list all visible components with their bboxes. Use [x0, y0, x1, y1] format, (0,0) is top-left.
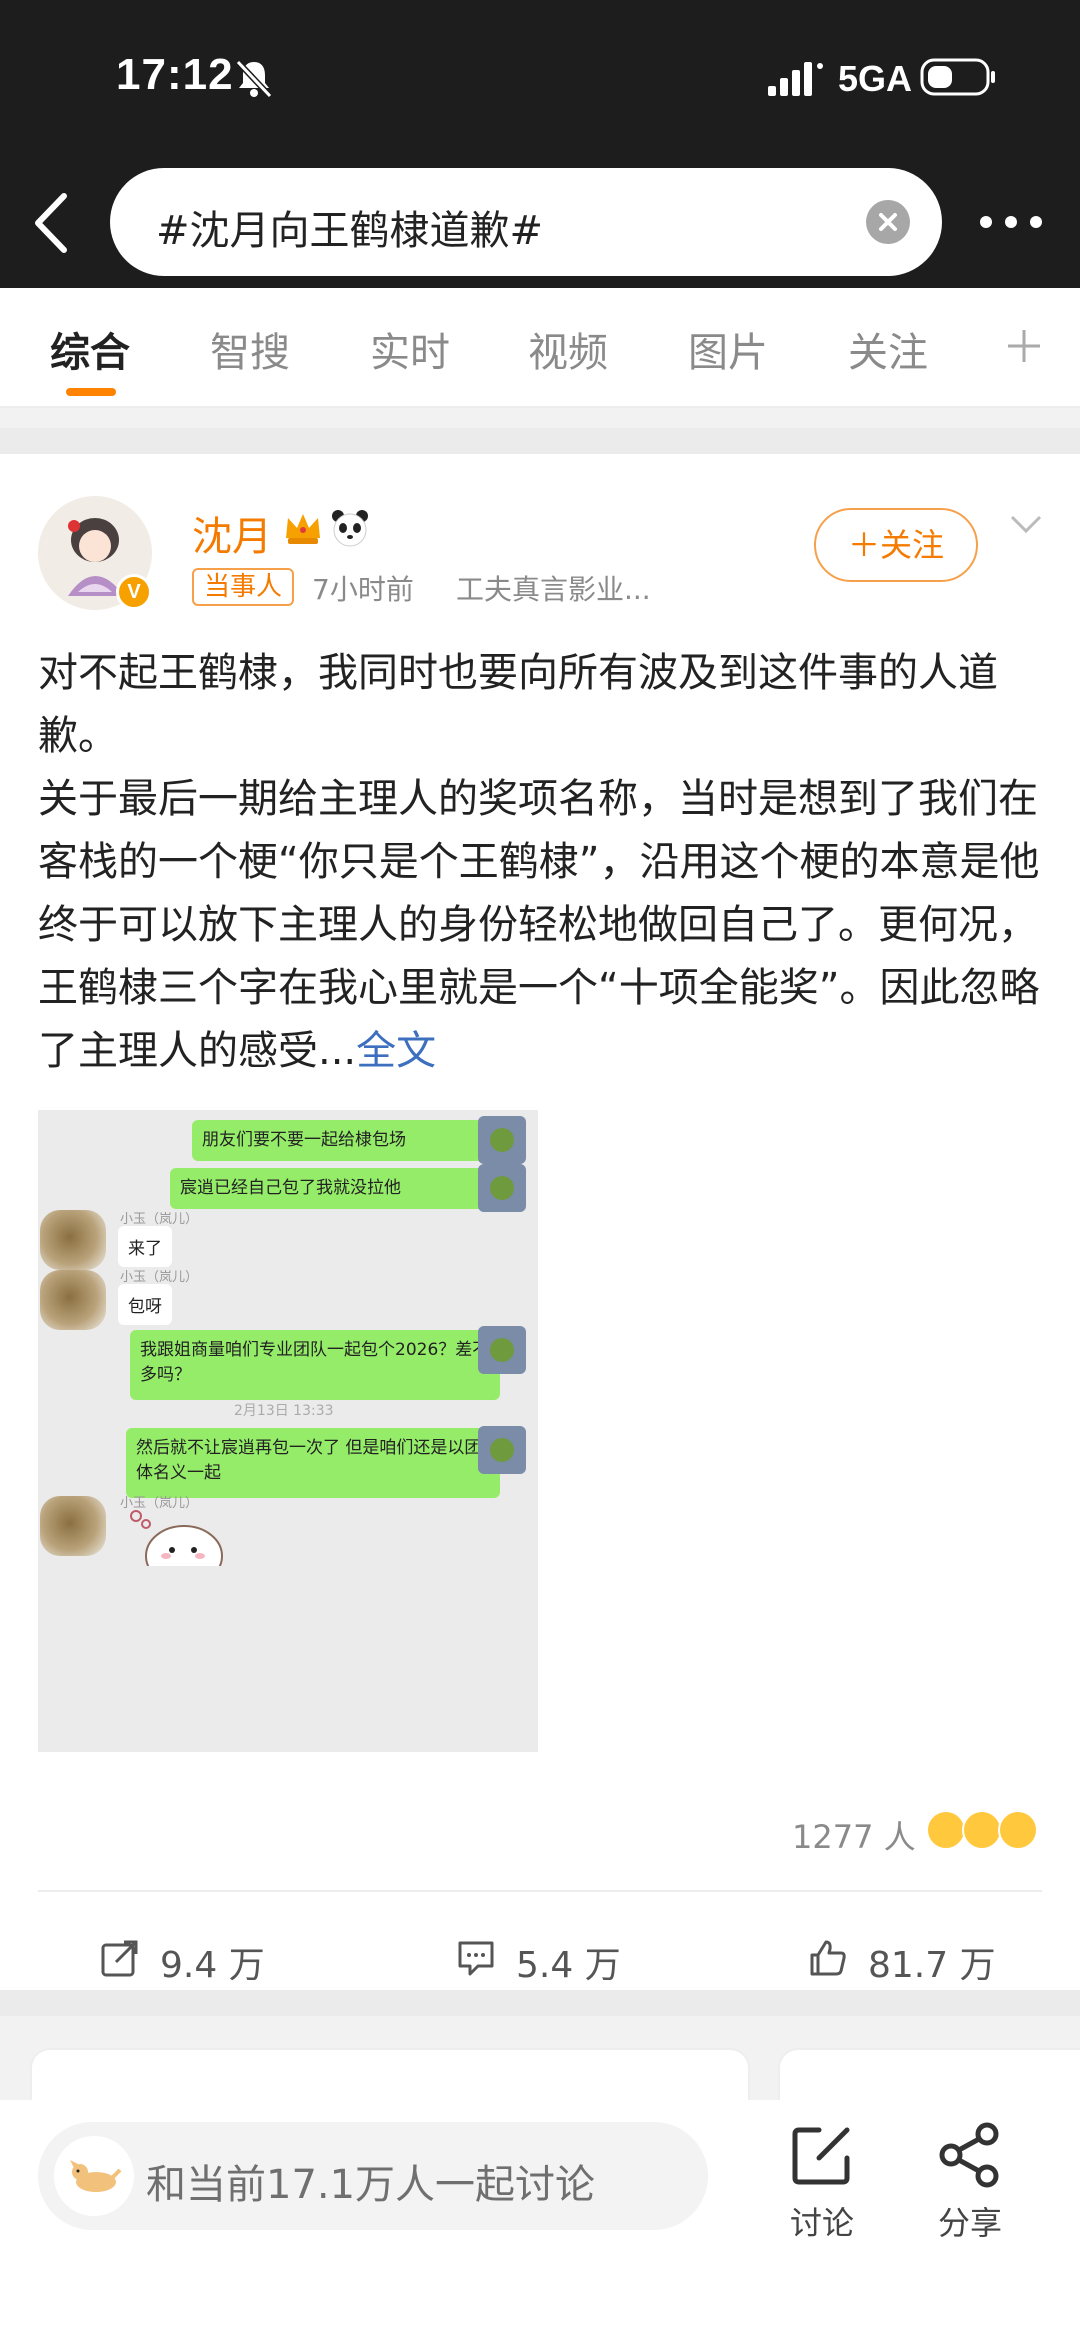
- tab-images[interactable]: 图片: [688, 320, 768, 378]
- divider: [0, 406, 1080, 408]
- comment-count: 5.4 万: [516, 1945, 621, 1986]
- tab-realtime[interactable]: 实时: [370, 320, 450, 378]
- chat-avatar: [40, 1210, 106, 1270]
- thumbs-up-icon: [810, 1940, 846, 1976]
- chat-timestamp: 2月13日 13:33: [234, 1403, 334, 1419]
- post-body: 对不起王鹤棣，我同时也要向所有波及到这件事的人道歉。 关于最后一期给主理人的奖项…: [38, 642, 1048, 1083]
- tab-comprehensive[interactable]: 综合: [50, 320, 130, 378]
- section-gap: [0, 1990, 1080, 2016]
- tab-smart-search[interactable]: 智搜: [210, 320, 290, 378]
- reaction-emoji-icon: [998, 1810, 1038, 1850]
- post-source: 工夫真言影业...: [456, 573, 651, 606]
- signal-icon: [768, 62, 823, 96]
- comment-button[interactable]: 5.4 万: [456, 1934, 656, 1986]
- chat-message: 朋友们要不要一起给棣包场: [192, 1120, 496, 1161]
- tab-video[interactable]: 视频: [528, 320, 608, 378]
- status-bar: 17:12 5GA: [0, 0, 1080, 160]
- clear-search-icon[interactable]: [866, 200, 910, 244]
- post-paragraph-2-text: 关于最后一期给主理人的奖项名称，当时是想到了我们在客栈的一个梗“你只是个王鹤棣”…: [38, 776, 1040, 1074]
- chat-avatar: [478, 1116, 526, 1164]
- bottom-bar: 和当前17.1万人一起讨论 讨论 分享: [0, 2100, 1080, 2341]
- comment-icon: [458, 1941, 494, 1976]
- mute-bell-icon: [235, 59, 273, 99]
- chat-avatar: [40, 1270, 106, 1330]
- edit-icon: [792, 2127, 850, 2185]
- repost-button[interactable]: 9.4 万: [100, 1934, 300, 1986]
- chat-sender-name: 小玉（岚儿）: [120, 1270, 199, 1285]
- chat-avatar: [478, 1426, 526, 1474]
- tab-following[interactable]: 关注: [848, 320, 928, 378]
- post-username[interactable]: 沈月: [192, 504, 272, 562]
- discuss-button[interactable]: 讨论: [772, 2122, 872, 2272]
- post-time: 7小时前: [312, 573, 414, 606]
- search-bar[interactable]: #沈月向王鹤棣道歉#: [110, 168, 942, 276]
- repost-count: 9.4 万: [160, 1945, 265, 1986]
- chat-avatar: [478, 1164, 526, 1212]
- chat-message: 然后就不让宸逍再包一次了 但是咱们还是以团体名义一起: [126, 1428, 500, 1498]
- involved-party-tag: 当事人: [192, 568, 295, 606]
- user-avatar: [54, 2136, 134, 2216]
- repost-icon: [101, 1940, 138, 1977]
- share-icon: [939, 2122, 999, 2188]
- section-gap: [0, 428, 1080, 454]
- chat-message: 我跟姐商量咱们专业团队一起包个2026？差不多吗？: [130, 1330, 500, 1400]
- share-button-label: 分享: [937, 2204, 1002, 2242]
- chat-sender-name: 小玉（岚儿）: [120, 1212, 199, 1227]
- like-count: 81.7 万: [868, 1945, 996, 1986]
- active-tab-indicator: [66, 388, 116, 396]
- sticker-icon: [130, 1510, 223, 1566]
- chat-message: 来了: [118, 1226, 172, 1267]
- post-paragraph-1: 对不起王鹤棣，我同时也要向所有波及到这件事的人道歉。: [38, 650, 998, 759]
- more-options-icon[interactable]: [978, 210, 1044, 234]
- panda-icon: [332, 510, 368, 547]
- crown-icon: [286, 514, 320, 544]
- follow-button[interactable]: ＋关注: [814, 508, 978, 582]
- battery-icon: [920, 58, 995, 96]
- liker-count[interactable]: 1277 人: [792, 1812, 916, 1858]
- verified-badge-icon: V: [116, 574, 152, 610]
- reaction-emoji-icon: [962, 1810, 1002, 1850]
- chat-avatar: [40, 1496, 106, 1556]
- back-arrow-icon[interactable]: [26, 188, 74, 258]
- divider: [38, 1890, 1042, 1892]
- chat-avatar: [478, 1326, 526, 1374]
- reaction-emoji-icon: [926, 1810, 966, 1850]
- full-text-link[interactable]: 全文: [356, 1028, 436, 1074]
- chat-message: 宸逍已经自己包了我就没拉他: [170, 1168, 500, 1209]
- status-time: 17:12: [116, 50, 234, 99]
- discuss-input[interactable]: 和当前17.1万人一起讨论: [38, 2122, 708, 2230]
- chat-message: 包呀: [118, 1284, 172, 1325]
- post-paragraph-2: 关于最后一期给主理人的奖项名称，当时是想到了我们在客栈的一个梗“你只是个王鹤棣”…: [38, 768, 1048, 1083]
- network-type: 5GA: [838, 58, 913, 99]
- search-query[interactable]: #沈月向王鹤棣道歉#: [156, 198, 543, 256]
- discuss-prompt[interactable]: 和当前17.1万人一起讨论: [146, 2152, 595, 2210]
- post-card: V 沈月 当事人 7小时前 工夫真言影业... ＋关注 对不起王鹤棣，我同时也要…: [0, 454, 1080, 1990]
- discuss-button-label: 讨论: [789, 2204, 854, 2242]
- share-button[interactable]: 分享: [920, 2122, 1020, 2272]
- top-bar: 17:12 5GA #沈月向王鹤棣道歉#: [0, 0, 1080, 288]
- add-tab-icon[interactable]: [1004, 326, 1044, 366]
- chevron-down-icon[interactable]: [1010, 514, 1042, 534]
- tab-bar: 综合 智搜 实时 视频 图片 关注: [0, 288, 1080, 406]
- chat-screenshot-image[interactable]: 朋友们要不要一起给棣包场 宸逍已经自己包了我就没拉他 小玉（岚儿） 来了 小玉（…: [38, 1110, 538, 1752]
- like-button[interactable]: 81.7 万: [808, 1934, 1008, 1986]
